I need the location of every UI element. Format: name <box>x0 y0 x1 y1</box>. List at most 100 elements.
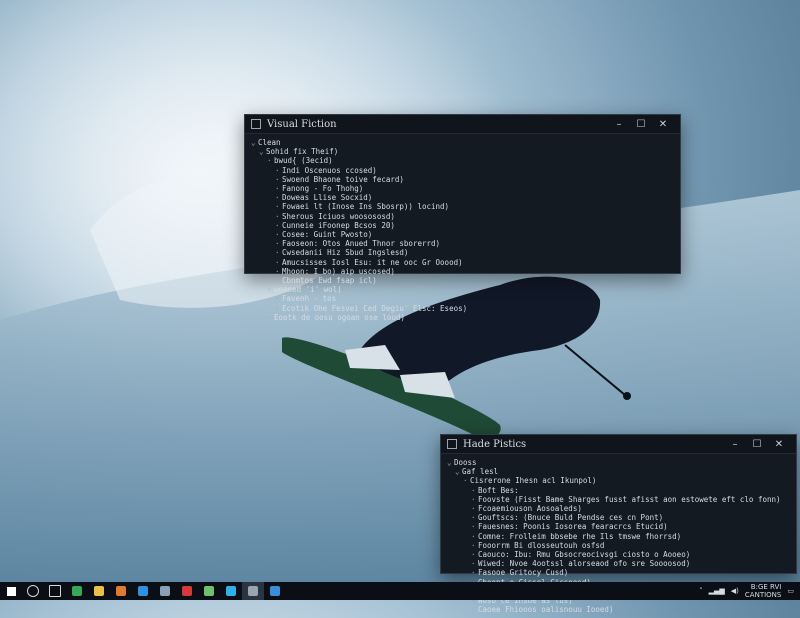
search-icon[interactable] <box>22 582 44 600</box>
tree-row[interactable]: · Comne: Frolleim bbsebe rhe Ils tmswe fh… <box>447 532 790 541</box>
tree-row[interactable]: · Wiwed: Nvoe 4ootssl alorseaod ofo sre S… <box>447 559 790 568</box>
window-title: Visual Fiction <box>267 118 337 130</box>
tree-row-label: Doweas Llise Socxid) <box>282 193 373 203</box>
tree-row[interactable]: · Mhoon: I bo) aip uscosed) <box>251 267 674 276</box>
tree-branch-icon: · <box>471 504 476 514</box>
tree-row[interactable]: · Gouftscs: (Bnuce Buld Pendse ces cn Pon… <box>447 513 790 522</box>
task-view-icon[interactable] <box>44 582 66 600</box>
media-icon[interactable] <box>176 582 198 600</box>
tree-row-label: Fasooe Gritocy Cusd) <box>478 568 569 578</box>
files-icon[interactable] <box>88 582 110 600</box>
chevron-down-icon[interactable]: ⌄ <box>455 467 462 476</box>
tree-branch-icon: · <box>267 156 272 166</box>
title-bar[interactable]: Hade Pistics – ☐ ✕ <box>441 435 796 454</box>
tree-row[interactable]: ⌄ Clean <box>251 138 674 147</box>
tree-row[interactable]: · Caoee Fhiooos oalisnouu Iooed) <box>447 605 790 614</box>
tree-row[interactable]: ⌄ Dooss <box>447 458 790 467</box>
tree-row[interactable]: · Cisrerone Ihesn acl Ikunpol) <box>447 476 790 485</box>
notes-icon-glyph <box>226 586 236 596</box>
chevron-down-icon[interactable]: ⌄ <box>447 458 454 467</box>
tree-branch-icon: · <box>275 276 280 286</box>
tree-row-label: Dooss <box>454 458 477 467</box>
tree-view[interactable]: ⌄ Clean ⌄ Sohid fix Theif) · bwud{ (3ecid) · In… <box>245 134 680 326</box>
tree-branch-icon: · <box>275 211 280 221</box>
editor-icon[interactable] <box>242 582 264 600</box>
tree-row-label: Cwsedanii Hiz Sbud Ingslesd) <box>282 248 409 258</box>
tree-branch-icon: · <box>275 239 280 249</box>
title-bar[interactable]: Visual Fiction – ☐ ✕ <box>245 115 680 134</box>
explorer-icon[interactable] <box>264 582 286 600</box>
tree-branch-icon: · <box>471 568 476 578</box>
tree-row[interactable]: · woaned 'i' wol) <box>251 285 674 294</box>
chrome-icon[interactable] <box>66 582 88 600</box>
window-title: Hade Pistics <box>463 438 527 450</box>
tree-row[interactable]: · Foovste (Fisst Bame Sharges fusst afiss… <box>447 495 790 504</box>
terminal-icon[interactable] <box>198 582 220 600</box>
tree-row-label: Fauesnes: Poonis Iosorea fearacrcs Etuci… <box>478 522 668 532</box>
tree-branch-icon: · <box>471 531 476 541</box>
tree-row[interactable]: · Swoend Bhaone toive fecard) <box>251 175 674 184</box>
tree-row-label: Sherous Iciuos woosososd) <box>282 211 395 221</box>
tree-row[interactable]: · Indi Oscenuos ccosed) <box>251 166 674 175</box>
files-icon-glyph <box>94 586 104 596</box>
tree-branch-icon: · <box>275 193 280 203</box>
tree-row[interactable]: · Faoseon: Otos Anued Thnor sborerrd) <box>251 239 674 248</box>
tree-row[interactable]: · Cunneie iFoonep Bcsos 20) <box>251 221 674 230</box>
notification-icon[interactable]: ▭ <box>787 587 794 595</box>
chevron-down-icon[interactable]: ⌄ <box>259 147 266 156</box>
tree-row[interactable]: · Fauesnes: Poonis Iosorea fearacrcs Etuc… <box>447 522 790 531</box>
network-icon[interactable]: ▂▄▆ <box>709 587 725 595</box>
tree-row-label: Caoee Fhiooos oalisnouu Iooed) <box>478 605 614 615</box>
tree-branch-icon: · <box>275 184 280 194</box>
system-tray: ˄ ▂▄▆ ◀) B:GE RVI CANTIONS ▭ <box>693 583 800 599</box>
notes-icon[interactable] <box>220 582 242 600</box>
tree-branch-icon: · <box>471 522 476 532</box>
chevron-up-icon[interactable]: ˄ <box>699 587 703 595</box>
tree-row[interactable]: · Doweas Llise Socxid) <box>251 193 674 202</box>
tree-branch-icon: · <box>471 494 476 504</box>
tree-row-label: Indi Oscenuos ccosed) <box>282 165 377 175</box>
maximize-icon[interactable]: ☐ <box>746 439 768 450</box>
taskbar: ˄ ▂▄▆ ◀) B:GE RVI CANTIONS ▭ <box>0 582 800 600</box>
app-icon <box>251 119 261 129</box>
tree-row[interactable]: · Fowaei lt (Inose Ins Sbosrp)) locind) <box>251 202 674 211</box>
close-icon[interactable]: ✕ <box>652 119 674 130</box>
volume-icon[interactable]: ◀) <box>731 587 739 595</box>
tree-row[interactable]: · Ecotik Ohe Fesvei Ced Degiu' Elsc: Eseo… <box>251 304 674 313</box>
tree-row[interactable]: · Sherous Iciuos woosososd) <box>251 212 674 221</box>
start-icon[interactable] <box>0 582 22 600</box>
tree-row[interactable]: · Fooorrm Bi dlosseutouh osfsd <box>447 541 790 550</box>
settings-icon[interactable] <box>154 582 176 600</box>
clock[interactable]: B:GE RVI CANTIONS <box>745 583 781 599</box>
tree-row-label: Foovste (Fisst Bame Sharges fusst afisst… <box>478 494 781 504</box>
tree-row[interactable]: · Eootk de oosu ogoan ose loud) <box>251 313 674 322</box>
tree-branch-icon: · <box>471 559 476 569</box>
chevron-down-icon[interactable]: ⌄ <box>251 138 258 147</box>
media-icon-glyph <box>182 586 192 596</box>
tree-branch-icon: · <box>275 266 280 276</box>
edge-icon[interactable] <box>132 582 154 600</box>
tree-row[interactable]: ⌄ Sohid fix Theif) <box>251 147 674 156</box>
minimize-icon[interactable]: – <box>608 119 630 130</box>
tree-row[interactable]: · bwud{ (3ecid) <box>251 156 674 165</box>
tree-row-label: Fcoaemiouson Aosoaleds) <box>478 504 582 514</box>
tree-row[interactable]: · Boft Bes: <box>447 486 790 495</box>
photos-icon-glyph <box>116 586 126 596</box>
close-icon[interactable]: ✕ <box>768 439 790 450</box>
tree-row[interactable]: · Cwsedanii Hiz Sbud Ingslesd) <box>251 248 674 257</box>
photos-icon[interactable] <box>110 582 132 600</box>
tree-row[interactable]: · Cbnmtos Ewd fsap icl) <box>251 276 674 285</box>
tree-row[interactable]: · Fcoaemiouson Aosoaleds) <box>447 504 790 513</box>
tree-row[interactable]: · Cosee: Guint Pwosto) <box>251 230 674 239</box>
tree-branch-icon: · <box>275 174 280 184</box>
tree-row[interactable]: · Favenh - tos <box>251 294 674 303</box>
tree-row-label: Wiwed: Nvoe 4ootssl alorseaod ofo sre So… <box>478 559 691 569</box>
tree-row[interactable]: · Amucsisses Iosl Esu: it ne ooc Gr Ooood… <box>251 258 674 267</box>
minimize-icon[interactable]: – <box>724 439 746 450</box>
tree-branch-icon: · <box>275 294 280 304</box>
tree-row[interactable]: · Fasooe Gritocy Cusd) <box>447 568 790 577</box>
tree-row[interactable]: · Caouco: Ibu: Rmu Gbsocreocivsgi ciosto … <box>447 550 790 559</box>
tree-row[interactable]: · Fanong - Fo Thohg) <box>251 184 674 193</box>
maximize-icon[interactable]: ☐ <box>630 119 652 130</box>
tree-row[interactable]: ⌄ Gaf lesl <box>447 467 790 476</box>
